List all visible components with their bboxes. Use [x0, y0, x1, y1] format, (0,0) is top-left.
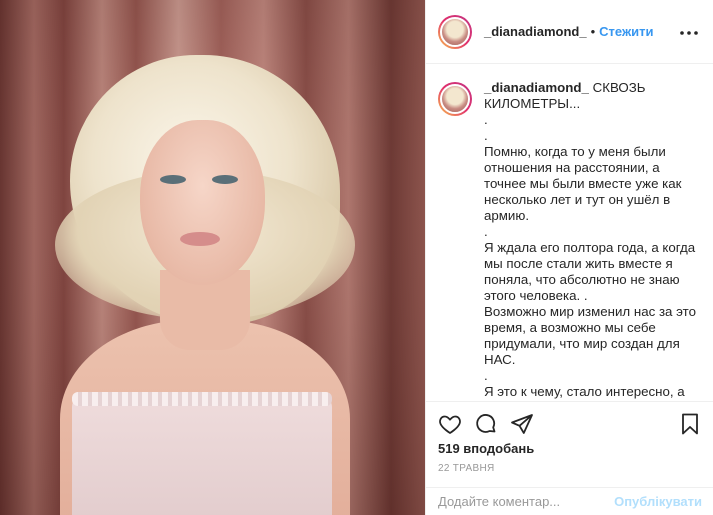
comment-icon[interactable] — [474, 412, 498, 436]
likes-count[interactable]: 519 вподобань — [438, 441, 534, 456]
photo-lace-trim — [72, 392, 332, 406]
post-date[interactable]: 22 травня — [438, 463, 495, 474]
more-horizontal-icon[interactable] — [680, 24, 698, 35]
caption-avatar[interactable] — [438, 82, 472, 116]
photo-eye-left — [160, 175, 186, 184]
comment-bar: Опублікувати — [426, 487, 713, 515]
header-separator: • — [590, 24, 596, 39]
heart-icon[interactable] — [438, 412, 462, 436]
bookmark-icon[interactable] — [678, 412, 702, 436]
photo-face — [140, 120, 265, 285]
photo-eye-right — [212, 175, 238, 184]
publish-button[interactable]: Опублікувати — [614, 494, 702, 509]
caption-text: _dianadiamond_ СКВОЗЬ КИЛОМЕТРЫ... . . П… — [484, 80, 698, 401]
photo-lips — [180, 232, 220, 246]
avatar[interactable] — [438, 14, 472, 49]
caption-scroll-area[interactable]: _dianadiamond_ СКВОЗЬ КИЛОМЕТРЫ... . . П… — [426, 64, 713, 401]
comment-input[interactable] — [438, 494, 615, 509]
post-header: _dianadiamond_ • Стежити — [426, 0, 713, 64]
header-username[interactable]: _dianadiamond_ — [484, 24, 587, 39]
caption: _dianadiamond_ СКВОЗЬ КИЛОМЕТРЫ... . . П… — [438, 80, 698, 401]
caption-body: СКВОЗЬ КИЛОМЕТРЫ... . . Помню, когда то … — [484, 80, 696, 401]
post-photo[interactable] — [0, 0, 425, 515]
photo-camisole — [72, 395, 332, 515]
share-icon[interactable] — [510, 412, 534, 436]
caption-username[interactable]: _dianadiamond_ — [484, 80, 589, 95]
action-bar — [426, 401, 713, 441]
post-side-panel: _dianadiamond_ • Стежити _dianadiamond_ … — [425, 0, 713, 515]
follow-button[interactable]: Стежити — [599, 24, 653, 39]
